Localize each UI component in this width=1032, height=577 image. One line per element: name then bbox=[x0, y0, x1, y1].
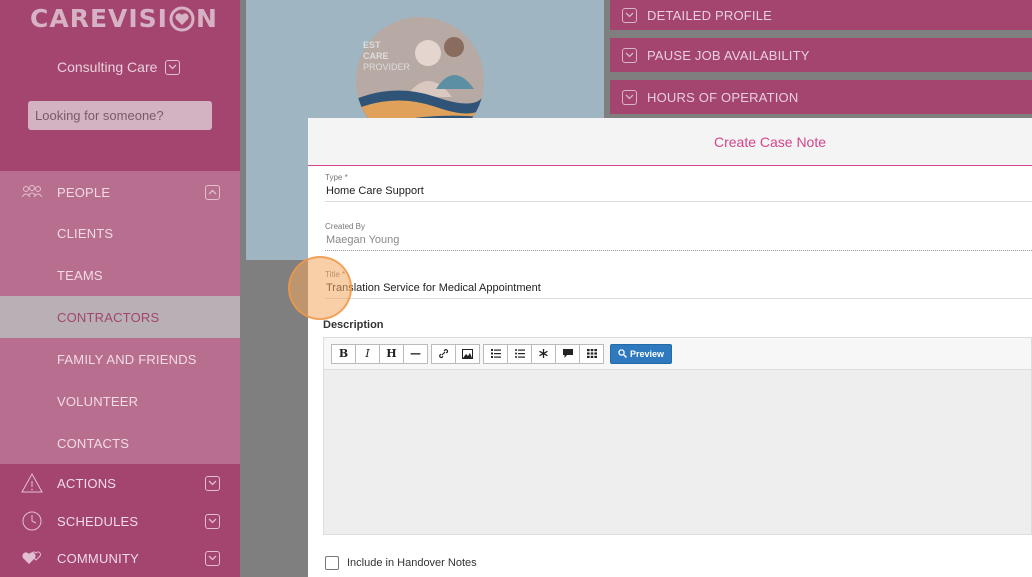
nav-contractors-label: CONTRACTORS bbox=[57, 309, 160, 325]
description-label: Description bbox=[323, 319, 384, 331]
italic-button[interactable]: I bbox=[355, 343, 380, 364]
org-selector[interactable]: Consulting Care bbox=[57, 59, 181, 75]
preview-button[interactable]: Preview bbox=[610, 343, 673, 364]
created-by-label: Created By bbox=[325, 222, 366, 231]
heart-icon bbox=[169, 6, 195, 32]
search-input[interactable] bbox=[28, 101, 212, 130]
nav-community-label: COMMUNITY bbox=[57, 550, 139, 566]
nav-community[interactable]: COMMUNITY bbox=[0, 537, 240, 577]
heading-button[interactable]: H bbox=[379, 343, 404, 364]
detailed-profile-button[interactable]: DETAILED PROFILE bbox=[610, 0, 1032, 30]
chevron-down-icon[interactable] bbox=[205, 513, 220, 529]
ordered-list-icon[interactable] bbox=[483, 343, 508, 364]
nav-clients-label: CLIENTS bbox=[57, 225, 114, 241]
modal-header: Create Case Note bbox=[308, 118, 1032, 166]
image-icon[interactable] bbox=[455, 343, 480, 364]
title-field[interactable]: Title * Translation Service for Medical … bbox=[325, 270, 1032, 299]
checkbox-icon bbox=[622, 89, 637, 105]
checkbox-icon bbox=[622, 7, 637, 23]
nav-schedules-label: SCHEDULES bbox=[57, 513, 139, 529]
nav-clients[interactable]: CLIENTS bbox=[0, 212, 240, 254]
modal-title: Create Case Note bbox=[713, 133, 827, 150]
pause-job-availability-button[interactable]: PAUSE JOB AVAILABILITY bbox=[610, 38, 1032, 72]
nav-people-label: PEOPLE bbox=[57, 184, 111, 200]
detailed-profile-label: DETAILED PROFILE bbox=[647, 7, 773, 23]
chevron-down-icon[interactable] bbox=[165, 59, 181, 75]
checkbox[interactable] bbox=[325, 556, 339, 570]
carevision-logo[interactable]: CAREVISI N bbox=[30, 4, 218, 33]
created-by-value: Maegan Young bbox=[326, 234, 400, 246]
click-indicator bbox=[288, 256, 352, 320]
description-editor[interactable]: B I H — Preview bbox=[323, 337, 1032, 535]
chevron-down-icon[interactable] bbox=[205, 550, 220, 566]
type-value[interactable]: Home Care Support bbox=[325, 185, 1032, 197]
title-label: Title * bbox=[325, 270, 1032, 279]
nav-actions[interactable]: ACTIONS bbox=[0, 462, 240, 504]
table-icon[interactable] bbox=[579, 343, 604, 364]
people-icon bbox=[20, 180, 44, 204]
hero-text: EST CARE PROVIDER bbox=[363, 40, 411, 72]
nav-contractors[interactable]: CONTRACTORS bbox=[0, 296, 240, 338]
preview-label: Preview bbox=[630, 348, 665, 359]
logo-text-left: CAREVISI bbox=[30, 4, 168, 33]
hours-of-operation-label: HOURS OF OPERATION bbox=[647, 89, 799, 105]
unordered-list-icon[interactable] bbox=[507, 343, 532, 364]
logo-text-right: N bbox=[195, 4, 218, 33]
warning-icon bbox=[20, 471, 44, 495]
nav-actions-label: ACTIONS bbox=[57, 475, 117, 491]
comment-icon[interactable] bbox=[555, 343, 580, 364]
nav-people[interactable]: PEOPLE bbox=[0, 171, 240, 213]
chevron-up-icon[interactable] bbox=[205, 184, 220, 200]
nav-teams[interactable]: TEAMS bbox=[0, 254, 240, 296]
nav-schedules[interactable]: SCHEDULES bbox=[0, 500, 240, 542]
nav-volunteer[interactable]: VOLUNTEER bbox=[0, 380, 240, 422]
created-by-field: Created By Maegan Young bbox=[325, 222, 1032, 251]
search-icon bbox=[618, 349, 627, 358]
create-case-note-modal: Create Case Note Type * Home Care Suppor… bbox=[308, 118, 1032, 577]
nav-family-and-friends[interactable]: FAMILY AND FRIENDS bbox=[0, 338, 240, 380]
handover-notes-checkbox[interactable]: Include in Handover Notes bbox=[325, 556, 477, 570]
nav-volunteer-label: VOLUNTEER bbox=[57, 393, 139, 409]
horizontal-rule-button[interactable]: — bbox=[403, 343, 428, 364]
pause-job-label: PAUSE JOB AVAILABILITY bbox=[647, 47, 810, 63]
hours-of-operation-button[interactable]: HOURS OF OPERATION bbox=[610, 80, 1032, 114]
bold-button[interactable]: B bbox=[331, 343, 356, 364]
org-name: Consulting Care bbox=[57, 59, 158, 75]
checkbox-icon bbox=[622, 47, 637, 63]
nav-teams-label: TEAMS bbox=[57, 267, 103, 283]
asterisk-icon[interactable] bbox=[531, 343, 556, 364]
link-icon[interactable] bbox=[431, 343, 456, 364]
type-field[interactable]: Type * Home Care Support bbox=[325, 173, 1032, 202]
sidebar: CAREVISI N Consulting Care PEOPLE CLIENT… bbox=[0, 0, 240, 577]
editor-toolbar: B I H — Preview bbox=[324, 338, 1031, 370]
nav-contacts[interactable]: CONTACTS bbox=[0, 422, 240, 464]
title-input[interactable]: Translation Service for Medical Appointm… bbox=[325, 282, 1032, 294]
nav-family-label: FAMILY AND FRIENDS bbox=[57, 351, 197, 367]
chevron-down-icon[interactable] bbox=[205, 475, 220, 491]
hearts-icon bbox=[20, 546, 44, 570]
type-label: Type * bbox=[325, 173, 348, 182]
nav-contacts-label: CONTACTS bbox=[57, 435, 130, 451]
handover-notes-label: Include in Handover Notes bbox=[347, 557, 477, 569]
clock-icon bbox=[20, 509, 44, 533]
